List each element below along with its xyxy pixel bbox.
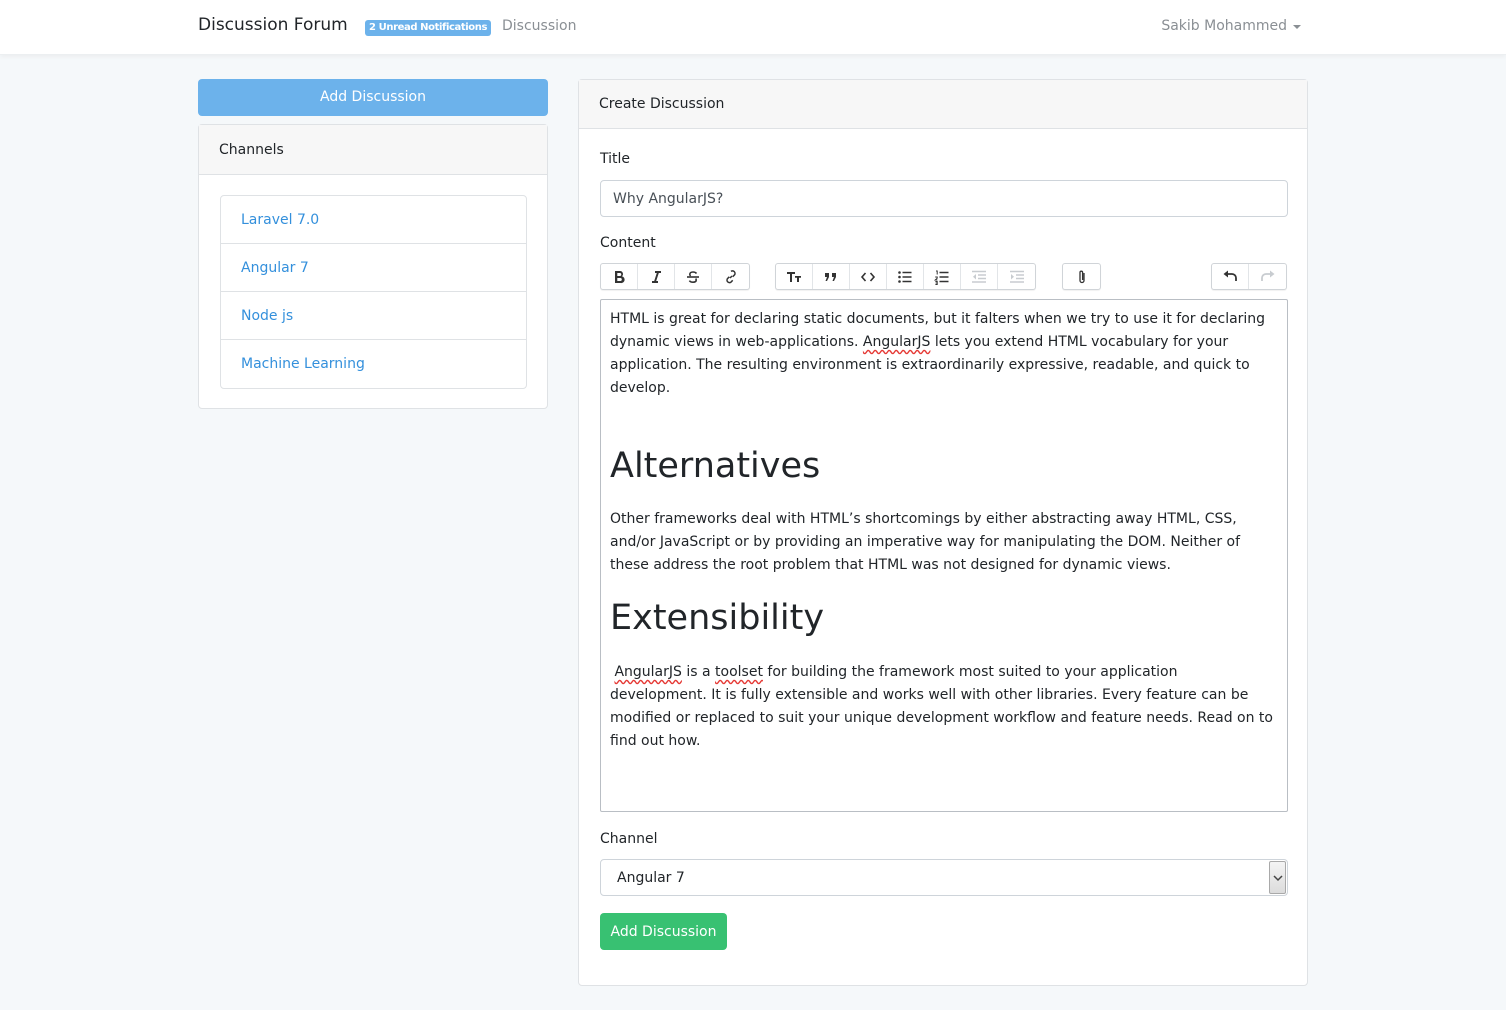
content-paragraph-3: AngularJS is a toolset for building the …: [610, 664, 1273, 749]
channel-item-laravel[interactable]: Laravel 7.0: [221, 196, 526, 244]
indent-icon[interactable]: [998, 264, 1035, 289]
channel-item-machine-learning[interactable]: Machine Learning: [221, 340, 526, 388]
numbered-list-icon[interactable]: [924, 264, 961, 289]
navbar: Discussion Forum 2 Unread Notifications …: [0, 0, 1506, 55]
create-discussion-header: Create Discussion: [579, 80, 1307, 129]
link-icon[interactable]: [712, 264, 749, 289]
channel-item-nodejs[interactable]: Node js: [221, 292, 526, 340]
code-icon[interactable]: [850, 264, 887, 289]
caret-down-icon: [1293, 25, 1301, 29]
toolbar-group-history: [1211, 263, 1287, 290]
quote-icon[interactable]: [813, 264, 850, 289]
channel-label: Channel: [600, 831, 658, 847]
user-menu-dropdown[interactable]: Sakib Mohammed: [1161, 18, 1301, 34]
title-input[interactable]: Why AngularJS?: [600, 180, 1288, 217]
notifications-badge[interactable]: 2 Unread Notifications: [365, 20, 492, 36]
bullet-list-icon[interactable]: [887, 264, 924, 289]
channel-select-value: Angular 7: [617, 869, 685, 886]
nav-link-discussion[interactable]: Discussion: [502, 18, 576, 34]
strikethrough-icon[interactable]: [675, 264, 712, 289]
channels-header: Channels: [199, 125, 547, 175]
title-input-value: Why AngularJS?: [613, 190, 724, 207]
redo-icon[interactable]: [1249, 264, 1286, 289]
toolbar-group-format: [600, 263, 750, 290]
channel-item-angular[interactable]: Angular 7: [221, 244, 526, 292]
italic-icon[interactable]: [638, 264, 675, 289]
title-label: Title: [600, 151, 631, 167]
toolbar-group-attach: [1062, 263, 1101, 290]
attach-icon[interactable]: [1063, 264, 1100, 289]
channel-select[interactable]: Angular 7: [600, 859, 1288, 896]
content-heading-extensibility: Extensibility: [610, 598, 825, 638]
user-name: Sakib Mohammed: [1161, 18, 1287, 34]
channels-list: Laravel 7.0 Angular 7 Node js Machine Le…: [220, 195, 527, 389]
editor-toolbar: [600, 263, 1288, 291]
toolbar-group-block: [775, 263, 1036, 290]
chevron-down-icon[interactable]: [1269, 861, 1286, 894]
content-paragraph-2: Other frameworks deal with HTML’s shortc…: [610, 511, 1241, 573]
add-discussion-sidebar-button[interactable]: Add Discussion: [198, 79, 548, 116]
content-paragraph-1: HTML is great for declaring static docum…: [610, 311, 1266, 396]
outdent-icon[interactable]: [961, 264, 998, 289]
bold-icon[interactable]: [601, 264, 638, 289]
content-heading-alternatives: Alternatives: [610, 446, 821, 486]
content-editor[interactable]: HTML is great for declaring static docum…: [600, 299, 1288, 812]
heading-icon[interactable]: [776, 264, 813, 289]
content-label: Content: [600, 235, 656, 251]
channels-card: Channels Laravel 7.0 Angular 7 Node js M…: [198, 124, 548, 409]
brand-link[interactable]: Discussion Forum: [198, 15, 348, 35]
create-discussion-card: Create Discussion Title Why AngularJS? C…: [578, 79, 1308, 986]
add-discussion-submit-button[interactable]: Add Discussion: [600, 913, 727, 950]
undo-icon[interactable]: [1212, 264, 1249, 289]
